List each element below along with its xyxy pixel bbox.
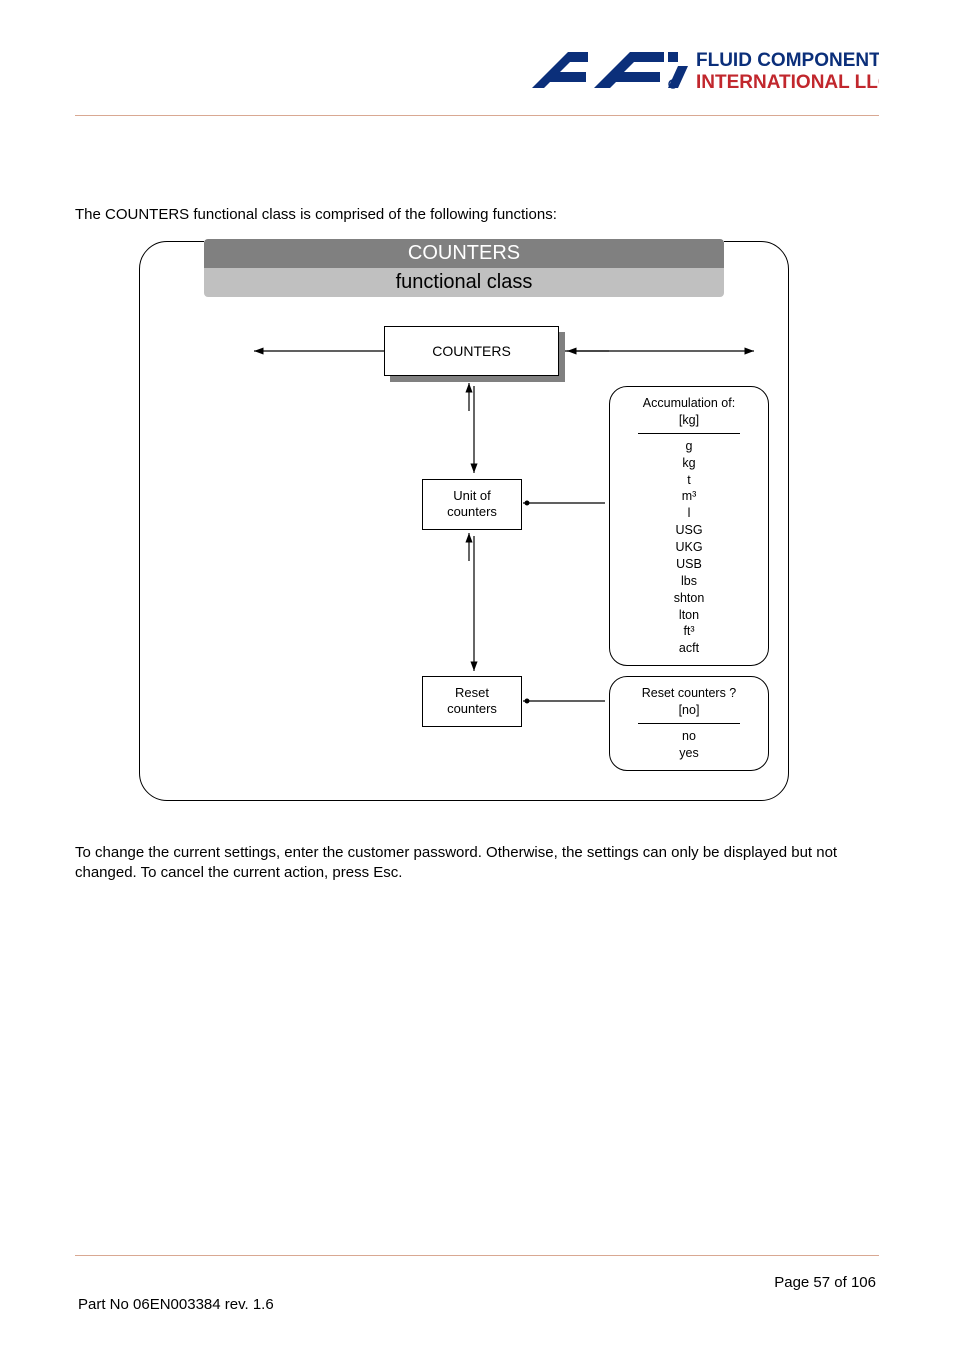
footer-divider (75, 1255, 879, 1256)
part-number: Part No 06EN003384 rev. 1.6 (78, 1296, 274, 1313)
page-number: Page 57 of 106 (774, 1274, 876, 1291)
diagram-title-bottom: functional class (204, 268, 724, 297)
fci-logo: R FLUID COMPONENTS INTERNATIONAL LLC (524, 40, 879, 100)
accumulation-options: Accumulation of: [kg] g kg t m³ l USG UK… (609, 386, 769, 666)
diagram-title: COUNTERS functional class (204, 239, 724, 297)
diagram-title-top: COUNTERS (204, 239, 724, 268)
reset-counters-node: Reset counters (422, 676, 522, 727)
intro-text: The COUNTERS functional class is compris… (75, 206, 879, 223)
unit-of-counters-node: Unit of counters (422, 479, 522, 530)
counters-node: COUNTERS (384, 326, 559, 376)
svg-text:R: R (672, 83, 677, 89)
page: R FLUID COMPONENTS INTERNATIONAL LLC The… (0, 0, 954, 1351)
body-paragraph: To change the current settings, enter th… (75, 843, 879, 884)
header-logo: R FLUID COMPONENTS INTERNATIONAL LLC (75, 40, 879, 103)
reset-options: Reset counters ? [no] no yes (609, 676, 769, 771)
diagram: COUNTERS functional class COUNTERS Unit … (139, 241, 789, 801)
svg-text:FLUID COMPONENTS: FLUID COMPONENTS (696, 50, 879, 71)
svg-text:INTERNATIONAL LLC: INTERNATIONAL LLC (696, 72, 879, 93)
header-divider (75, 115, 879, 116)
counters-node-label: COUNTERS (384, 326, 559, 376)
